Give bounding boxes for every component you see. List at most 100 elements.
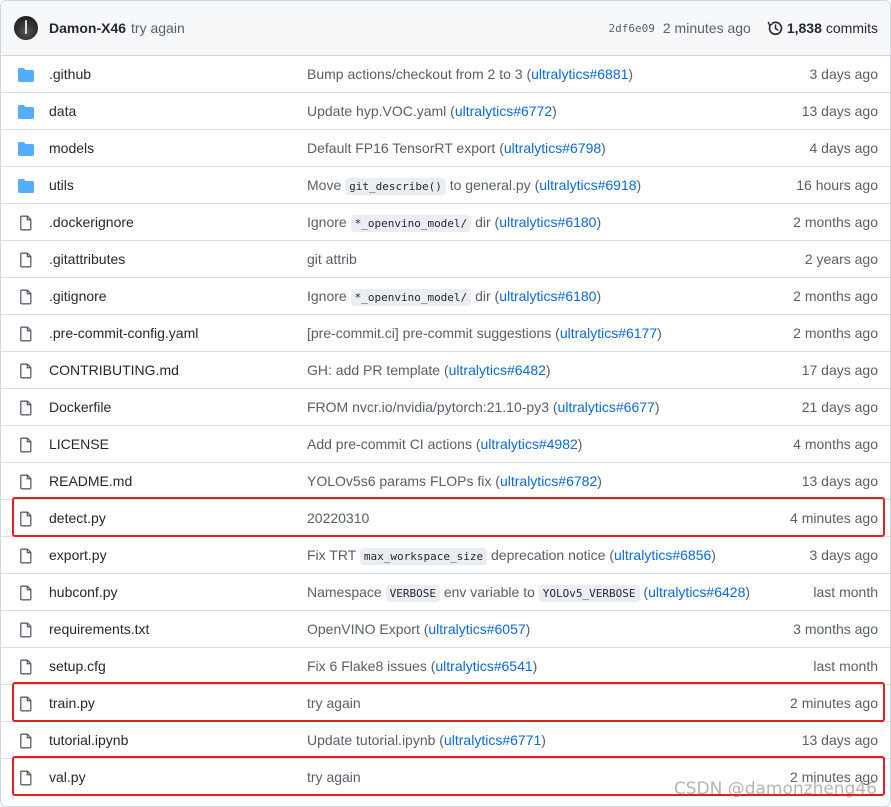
message-text: ) (541, 732, 546, 748)
commit-message-link[interactable]: YOLOv5s6 params FLOPs fix (ultralytics#6… (307, 473, 602, 489)
file-row-setup-cfg[interactable]: setup.cfg Fix 6 Flake8 issues (ultralytic… (1, 648, 890, 685)
issue-link[interactable]: ultralytics#6918 (539, 177, 636, 193)
commits-link[interactable]: 1,838 commits (767, 20, 878, 36)
file-browser: Damon-X46 try again 2df6e09 2 minutes ag… (0, 0, 891, 807)
message-text: ) (601, 140, 606, 156)
message-text: ) (532, 658, 538, 674)
message-text: ( (639, 584, 649, 600)
commit-message-link[interactable]: Ignore *_openvino_model/ dir (ultralytic… (307, 288, 601, 306)
message-text: ) (597, 473, 602, 489)
file-name-link[interactable]: train.py (49, 695, 95, 711)
issue-link[interactable]: ultralytics#6798 (504, 140, 601, 156)
inline-code: git_describe() (345, 178, 446, 195)
inline-code: *_openvino_model/ (350, 289, 472, 306)
file-row-detect-py[interactable]: detect.py 20220310 4 minutes ago (1, 500, 890, 537)
commit-message-link[interactable]: try again (307, 695, 361, 711)
commit-message-link[interactable]: Bump actions/checkout from 2 to 3 (ultra… (307, 66, 633, 82)
folder-icon (18, 141, 34, 157)
file-row-hubconf-py[interactable]: hubconf.py Namespace VERBOSE env variable… (1, 574, 890, 611)
file-name-link[interactable]: models (49, 140, 94, 156)
commit-message-link[interactable]: Update hyp.VOC.yaml (ultralytics#6772) (307, 103, 557, 119)
file-row-tutorial-ipynb[interactable]: tutorial.ipynb Update tutorial.ipynb (ult… (1, 722, 890, 759)
commit-message-link[interactable]: Add pre-commit CI actions (ultralytics#4… (307, 436, 582, 452)
file-name-link[interactable]: val.py (49, 769, 86, 785)
file-name-link[interactable]: utils (49, 177, 74, 193)
issue-link[interactable]: ultralytics#6782 (500, 473, 597, 489)
message-text: git attrib (307, 251, 357, 267)
issue-link[interactable]: ultralytics#6677 (558, 399, 655, 415)
issue-link[interactable]: ultralytics#6180 (499, 288, 596, 304)
file-name-link[interactable]: CONTRIBUTING.md (49, 362, 179, 378)
file-row-gitignore[interactable]: .gitignore Ignore *_openvino_model/ dir (… (1, 278, 890, 315)
file-icon (18, 400, 34, 416)
message-text: ) (654, 399, 660, 415)
commit-sha[interactable]: 2df6e09 (609, 22, 655, 35)
issue-link[interactable]: ultralytics#6057 (428, 621, 525, 637)
file-row-utils[interactable]: utils Move git_describe() to general.py (… (1, 167, 890, 204)
file-row-models[interactable]: models Default FP16 TensorRT export (ultr… (1, 130, 890, 167)
commit-message-link[interactable]: OpenVINO Export (ultralytics#6057) (307, 621, 530, 637)
file-name-link[interactable]: hubconf.py (49, 584, 118, 600)
file-name-link[interactable]: setup.cfg (49, 658, 106, 674)
file-row-pre-commit-config-yaml[interactable]: .pre-commit-config.yaml [pre-commit.ci] p… (1, 315, 890, 352)
file-name-link[interactable]: detect.py (49, 510, 106, 526)
file-name-link[interactable]: .dockerignore (49, 214, 134, 230)
history-icon (767, 21, 783, 36)
message-text: ) (636, 177, 642, 193)
commit-message-link[interactable]: Move git_describe() to general.py (ultra… (307, 177, 642, 195)
commit-message-link[interactable]: FROM nvcr.io/nvidia/pytorch:21.10-py3 (u… (307, 399, 660, 415)
file-row-dockerignore[interactable]: .dockerignore Ignore *_openvino_model/ di… (1, 204, 890, 241)
issue-link[interactable]: ultralytics#6541 (435, 658, 532, 674)
issue-link[interactable]: ultralytics#6772 (455, 103, 552, 119)
commit-message-link[interactable]: GH: add PR template (ultralytics#6482) (307, 362, 551, 378)
file-row-gitattributes[interactable]: .gitattributes git attrib 2 years ago (1, 241, 890, 278)
commit-message-link[interactable]: [pre-commit.ci] pre-commit suggestions (… (307, 325, 662, 341)
commits-label: commits (825, 20, 878, 36)
file-row-contributing-md[interactable]: CONTRIBUTING.md GH: add PR template (ultr… (1, 352, 890, 389)
issue-link[interactable]: ultralytics#6428 (648, 584, 745, 600)
commit-message-link[interactable]: git attrib (307, 251, 357, 267)
commit-message-link[interactable]: try again (307, 769, 361, 785)
issue-link[interactable]: ultralytics#6881 (531, 66, 628, 82)
file-name-link[interactable]: data (49, 103, 76, 119)
file-row-requirements-txt[interactable]: requirements.txt OpenVINO Export (ultraly… (1, 611, 890, 648)
file-name-link[interactable]: README.md (49, 473, 132, 489)
message-text: ) (577, 436, 583, 452)
inline-code: max_workspace_size (359, 548, 488, 565)
commit-message-link[interactable]: Namespace VERBOSE env variable to YOLOv5… (307, 584, 750, 602)
commit-age: 3 days ago (809, 547, 879, 563)
file-row-license[interactable]: LICENSE Add pre-commit CI actions (ultral… (1, 426, 890, 463)
file-row-train-py[interactable]: train.py try again 2 minutes ago (1, 685, 890, 722)
file-name-link[interactable]: export.py (49, 547, 107, 563)
commit-message-link[interactable]: Ignore *_openvino_model/ dir (ultralytic… (307, 214, 601, 232)
issue-link[interactable]: ultralytics#6856 (614, 547, 711, 563)
issue-link[interactable]: ultralytics#6771 (444, 732, 541, 748)
commit-message[interactable]: try again (131, 20, 185, 36)
issue-link[interactable]: ultralytics#6482 (449, 362, 546, 378)
issue-link[interactable]: ultralytics#6180 (499, 214, 596, 230)
file-row-github[interactable]: .github Bump actions/checkout from 2 to 3… (1, 56, 890, 93)
file-row-readme-md[interactable]: README.md YOLOv5s6 params FLOPs fix (ultr… (1, 463, 890, 500)
file-row-dockerfile[interactable]: Dockerfile FROM nvcr.io/nvidia/pytorch:21… (1, 389, 890, 426)
file-name-link[interactable]: Dockerfile (49, 399, 111, 415)
file-row-export-py[interactable]: export.py Fix TRT max_workspace_size depr… (1, 537, 890, 574)
issue-link[interactable]: ultralytics#4982 (481, 436, 578, 452)
issue-link[interactable]: ultralytics#6177 (560, 325, 657, 341)
commit-message-link[interactable]: Fix 6 Flake8 issues (ultralytics#6541) (307, 658, 537, 674)
commit-message-link[interactable]: Default FP16 TensorRT export (ultralytic… (307, 140, 606, 156)
file-name-link[interactable]: .pre-commit-config.yaml (49, 325, 198, 341)
commit-message-link[interactable]: 20220310 (307, 510, 369, 526)
message-text: Add pre-commit CI actions ( (307, 436, 481, 452)
file-name-link[interactable]: LICENSE (49, 436, 109, 452)
file-name-link[interactable]: tutorial.ipynb (49, 732, 128, 748)
message-text: to general.py ( (445, 177, 540, 193)
file-row-data[interactable]: data Update hyp.VOC.yaml (ultralytics#677… (1, 93, 890, 130)
commit-message-link[interactable]: Fix TRT max_workspace_size deprecation n… (307, 547, 716, 565)
avatar[interactable] (14, 16, 38, 40)
commit-author[interactable]: Damon-X46 (49, 20, 126, 36)
file-name-link[interactable]: .github (49, 66, 91, 82)
commit-message-link[interactable]: Update tutorial.ipynb (ultralytics#6771) (307, 732, 546, 748)
file-name-link[interactable]: .gitignore (49, 288, 107, 304)
file-name-link[interactable]: requirements.txt (49, 621, 149, 637)
file-name-link[interactable]: .gitattributes (49, 251, 125, 267)
